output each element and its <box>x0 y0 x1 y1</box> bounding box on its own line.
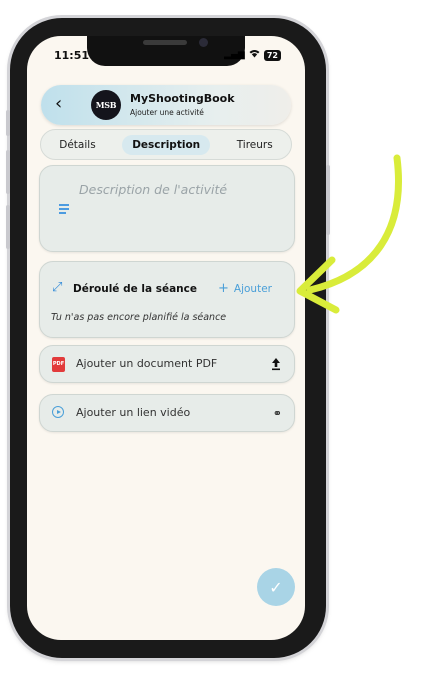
tab-details[interactable]: Détails <box>49 135 105 155</box>
app-title: MyShootingBook <box>130 92 235 105</box>
confirm-button[interactable]: ✓ <box>257 568 295 606</box>
app-header: ‹ MSB MyShootingBook Ajouter une activit… <box>41 85 291 125</box>
add-pdf-label: Ajouter un document PDF <box>76 357 218 370</box>
tab-bar: Détails Description Tireurs <box>40 129 292 160</box>
phone-side-button <box>6 110 10 136</box>
add-session-label: Ajouter <box>233 283 272 295</box>
description-input[interactable]: Description de l'activité <box>39 165 295 252</box>
add-video-link-button[interactable]: Ajouter un lien vidéo ⚭ <box>39 394 295 432</box>
front-camera <box>199 38 208 47</box>
notch <box>87 36 245 66</box>
add-link-icon: ⚭ <box>272 407 282 420</box>
back-arrow-icon[interactable]: ‹ <box>55 95 62 113</box>
battery-indicator: 72 <box>263 49 281 61</box>
phone-volume-down-button <box>6 205 10 249</box>
description-placeholder: Description de l'activité <box>79 182 228 197</box>
page-subtitle: Ajouter une activité <box>130 108 204 117</box>
app-screen: 11:51 ▂▄▆ 72 ‹ MSB MyShootingBook Ajoute… <box>27 36 305 640</box>
tab-description[interactable]: Description <box>122 134 211 155</box>
text-lines-icon <box>59 204 69 216</box>
add-video-label: Ajouter un lien vidéo <box>76 406 191 419</box>
wifi-icon <box>249 49 260 61</box>
add-session-button[interactable]: + Ajouter <box>218 281 272 296</box>
session-empty-text: Tu n'as pas encore planifié la séance <box>51 312 227 323</box>
status-icons: ▂▄▆ 72 <box>224 49 281 61</box>
app-logo: MSB <box>91 90 121 120</box>
play-circle-icon <box>52 406 64 418</box>
session-title: Déroulé de la séance <box>73 283 197 295</box>
status-time: 11:51 <box>54 49 90 62</box>
upload-icon <box>272 358 280 371</box>
session-plan-card: ⤢ Déroulé de la séance + Ajouter Tu n'as … <box>39 261 295 338</box>
tab-tireurs[interactable]: Tireurs <box>227 135 283 155</box>
phone-volume-up-button <box>6 150 10 194</box>
plus-icon: + <box>218 281 229 296</box>
callout-arrow <box>296 154 402 314</box>
add-pdf-button[interactable]: PDF Ajouter un document PDF <box>39 345 295 383</box>
speaker-grille <box>143 40 187 45</box>
expand-arrows-icon: ⤢ <box>52 280 63 295</box>
signal-icon: ▂▄▆ <box>224 50 245 60</box>
pdf-file-icon: PDF <box>52 357 65 372</box>
